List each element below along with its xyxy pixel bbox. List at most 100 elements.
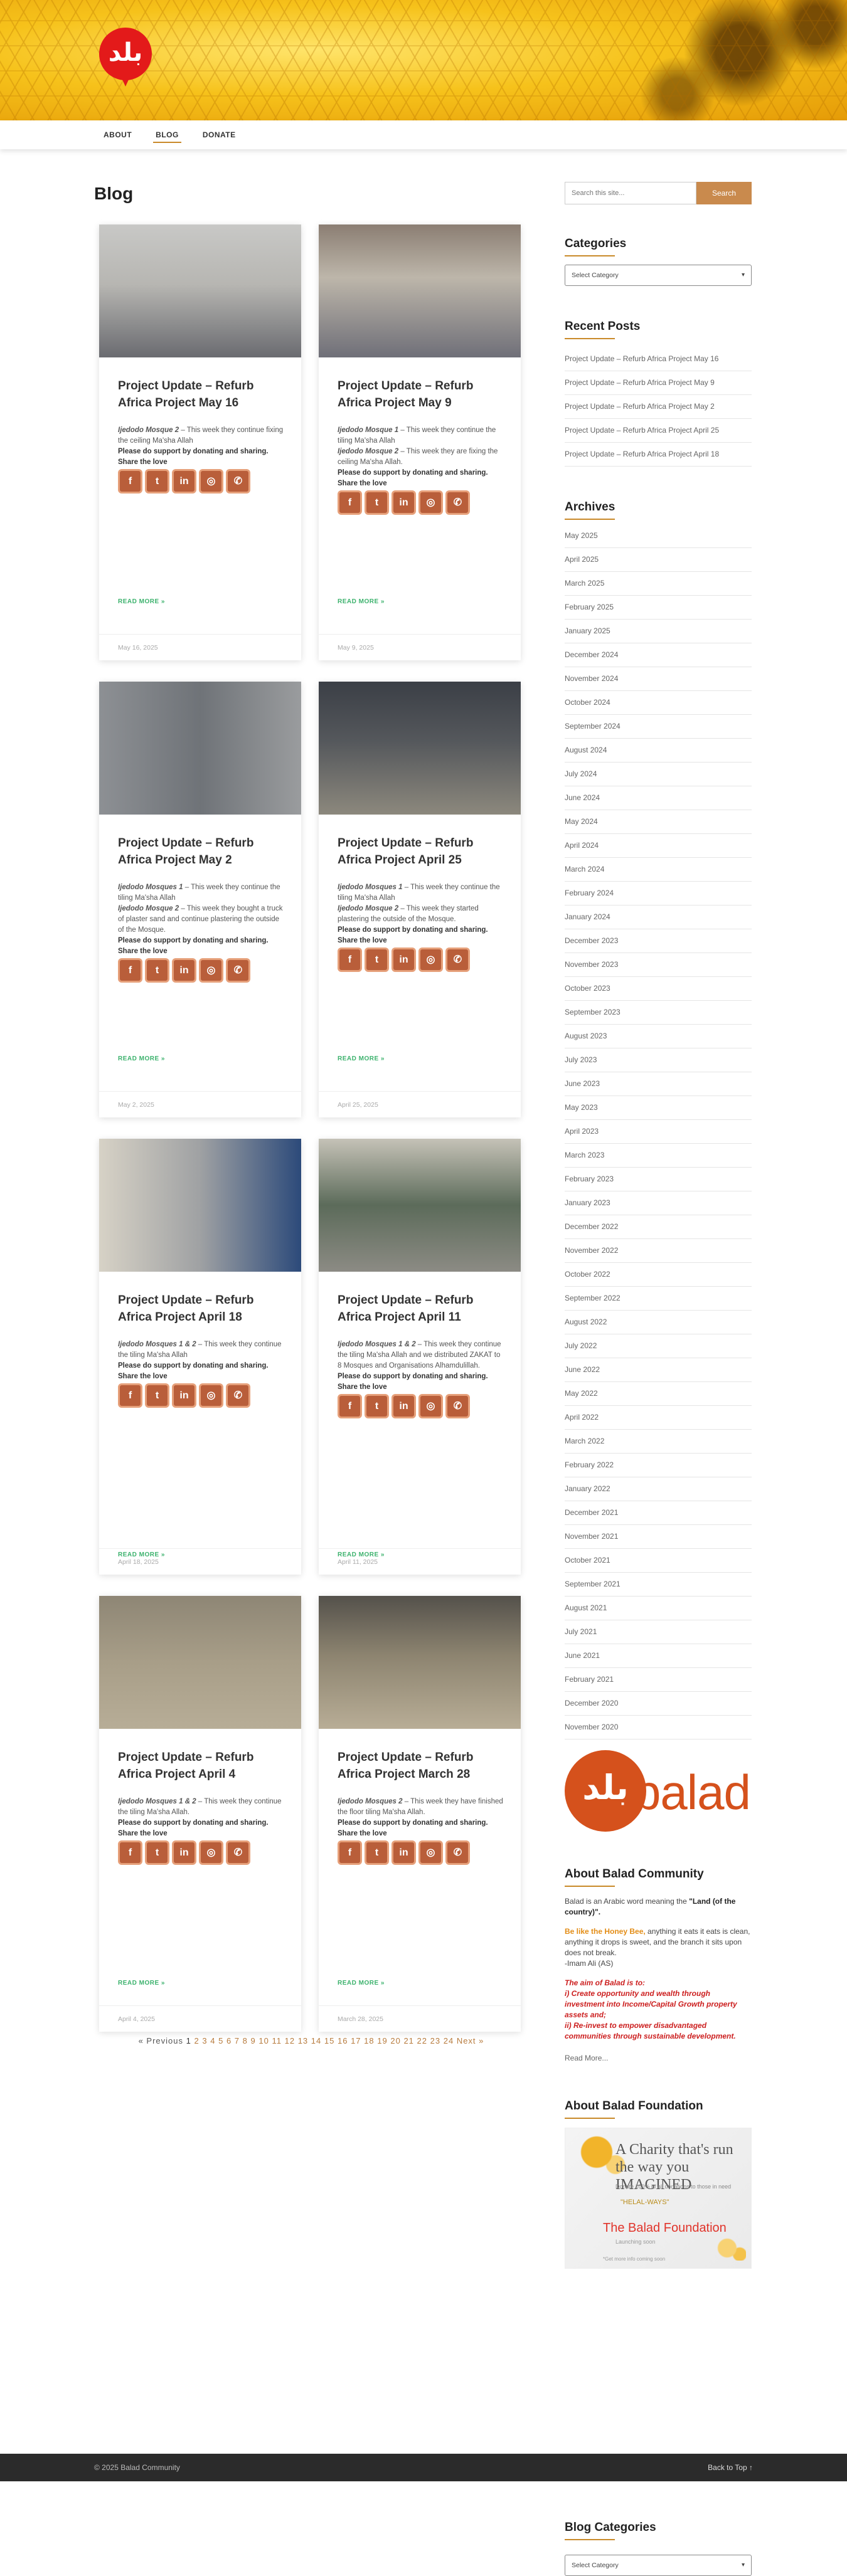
pagination-page[interactable]: 11 — [272, 2036, 282, 2045]
facebook-share-button[interactable]: f — [338, 948, 362, 972]
instagram-share-button[interactable]: ◎ — [199, 1840, 223, 1865]
archive-link[interactable]: March 2025 — [565, 572, 752, 596]
archive-link[interactable]: September 2021 — [565, 1573, 752, 1597]
pagination-page[interactable]: 5 — [218, 2036, 223, 2045]
whatsapp-share-button[interactable]: ✆ — [226, 1840, 250, 1865]
linkedin-share-button[interactable]: in — [172, 1383, 196, 1408]
whatsapp-share-button[interactable]: ✆ — [445, 1394, 470, 1418]
archive-link[interactable]: June 2021 — [565, 1644, 752, 1668]
pagination-page[interactable]: 7 — [235, 2036, 240, 2045]
archive-link[interactable]: January 2022 — [565, 1477, 752, 1501]
archive-link[interactable]: July 2023 — [565, 1048, 752, 1072]
archive-link[interactable]: April 2023 — [565, 1120, 752, 1144]
archive-link[interactable]: June 2022 — [565, 1358, 752, 1382]
whatsapp-share-button[interactable]: ✆ — [445, 1840, 470, 1865]
facebook-share-button[interactable]: f — [118, 958, 142, 983]
post-title[interactable]: Project Update – Refurb Africa Project A… — [118, 1749, 284, 1783]
read-more-link[interactable]: READ MORE » — [118, 598, 165, 605]
instagram-share-button[interactable]: ◎ — [199, 1383, 223, 1408]
archive-link[interactable]: May 2025 — [565, 524, 752, 548]
linkedin-share-button[interactable]: in — [392, 1840, 416, 1865]
archive-link[interactable]: November 2024 — [565, 667, 752, 691]
pagination-page[interactable]: 21 — [403, 2036, 413, 2045]
archive-link[interactable]: February 2024 — [565, 882, 752, 905]
post-title[interactable]: Project Update – Refurb Africa Project M… — [338, 1749, 503, 1783]
archive-link[interactable]: August 2024 — [565, 739, 752, 763]
archive-link[interactable]: June 2024 — [565, 786, 752, 810]
instagram-share-button[interactable]: ◎ — [418, 490, 443, 515]
archive-link[interactable]: November 2020 — [565, 1716, 752, 1739]
foundation-banner-image[interactable]: A Charity that's run the way you IMAGINE… — [565, 2128, 752, 2269]
pagination-page[interactable]: 14 — [311, 2036, 321, 2045]
instagram-share-button[interactable]: ◎ — [418, 1394, 443, 1418]
facebook-share-button[interactable]: f — [118, 1383, 142, 1408]
archive-link[interactable]: December 2020 — [565, 1692, 752, 1716]
recent-post-link[interactable]: Project Update – Refurb Africa Project A… — [565, 443, 752, 467]
back-to-top-link[interactable]: Back to Top ↑ — [708, 2454, 753, 2481]
categories-select[interactable]: Select Category ▾ — [565, 265, 752, 286]
pagination-page[interactable]: 19 — [377, 2036, 387, 2045]
post-title[interactable]: Project Update – Refurb Africa Project A… — [338, 835, 503, 868]
archive-link[interactable]: March 2023 — [565, 1144, 752, 1168]
linkedin-share-button[interactable]: in — [172, 1840, 196, 1865]
whatsapp-share-button[interactable]: ✆ — [226, 958, 250, 983]
facebook-share-button[interactable]: f — [338, 1394, 362, 1418]
pagination-page[interactable]: 18 — [364, 2036, 374, 2045]
archive-link[interactable]: October 2023 — [565, 977, 752, 1001]
archive-link[interactable]: November 2021 — [565, 1525, 752, 1549]
archive-link[interactable]: May 2022 — [565, 1382, 752, 1406]
blog-categories-select[interactable]: Select Category ▾ — [565, 2555, 752, 2576]
archive-link[interactable]: September 2024 — [565, 715, 752, 739]
post-title[interactable]: Project Update – Refurb Africa Project A… — [118, 1292, 284, 1326]
archive-link[interactable]: October 2024 — [565, 691, 752, 715]
pagination-page[interactable]: 2 — [194, 2036, 200, 2045]
archive-link[interactable]: January 2025 — [565, 620, 752, 643]
read-more-link[interactable]: READ MORE » — [118, 1980, 165, 1987]
archive-link[interactable]: June 2023 — [565, 1072, 752, 1096]
archive-link[interactable]: April 2025 — [565, 548, 752, 572]
archive-link[interactable]: November 2023 — [565, 953, 752, 977]
instagram-share-button[interactable]: ◎ — [418, 948, 443, 972]
post-title[interactable]: Project Update – Refurb Africa Project M… — [118, 377, 284, 411]
twitter-share-button[interactable]: t — [365, 1394, 389, 1418]
archive-link[interactable]: August 2022 — [565, 1311, 752, 1334]
archive-link[interactable]: October 2022 — [565, 1263, 752, 1287]
instagram-share-button[interactable]: ◎ — [418, 1840, 443, 1865]
pagination-page[interactable]: 9 — [251, 2036, 256, 2045]
post-thumbnail[interactable] — [319, 1139, 521, 1272]
recent-post-link[interactable]: Project Update – Refurb Africa Project A… — [565, 419, 752, 443]
whatsapp-share-button[interactable]: ✆ — [226, 1383, 250, 1408]
pagination-page[interactable]: 17 — [351, 2036, 361, 2045]
pagination-page[interactable]: 24 — [444, 2036, 454, 2045]
twitter-share-button[interactable]: t — [365, 948, 389, 972]
linkedin-share-button[interactable]: in — [172, 958, 196, 983]
twitter-share-button[interactable]: t — [365, 1840, 389, 1865]
post-title[interactable]: Project Update – Refurb Africa Project M… — [338, 377, 503, 411]
archive-link[interactable]: December 2022 — [565, 1215, 752, 1239]
read-more-link[interactable]: READ MORE » — [338, 1055, 385, 1062]
pagination-page[interactable]: 22 — [417, 2036, 427, 2045]
whatsapp-share-button[interactable]: ✆ — [445, 490, 470, 515]
twitter-share-button[interactable]: t — [365, 490, 389, 515]
archive-link[interactable]: January 2023 — [565, 1191, 752, 1215]
archive-link[interactable]: July 2022 — [565, 1334, 752, 1358]
whatsapp-share-button[interactable]: ✆ — [226, 469, 250, 494]
pagination-page[interactable]: 8 — [243, 2036, 248, 2045]
archive-link[interactable]: April 2022 — [565, 1406, 752, 1430]
instagram-share-button[interactable]: ◎ — [199, 958, 223, 983]
nav-blog[interactable]: BLOG — [153, 120, 181, 149]
pagination-page[interactable]: 6 — [226, 2036, 232, 2045]
post-thumbnail[interactable] — [319, 224, 521, 357]
post-thumbnail[interactable] — [99, 224, 301, 357]
twitter-share-button[interactable]: t — [145, 1840, 169, 1865]
archive-link[interactable]: August 2021 — [565, 1597, 752, 1620]
facebook-share-button[interactable]: f — [338, 1840, 362, 1865]
search-input[interactable] — [565, 182, 696, 204]
whatsapp-share-button[interactable]: ✆ — [445, 948, 470, 972]
instagram-share-button[interactable]: ◎ — [199, 469, 223, 494]
archive-link[interactable]: September 2022 — [565, 1287, 752, 1311]
archive-link[interactable]: March 2024 — [565, 858, 752, 882]
post-thumbnail[interactable] — [99, 682, 301, 815]
archive-link[interactable]: December 2021 — [565, 1501, 752, 1525]
post-thumbnail[interactable] — [319, 682, 521, 815]
